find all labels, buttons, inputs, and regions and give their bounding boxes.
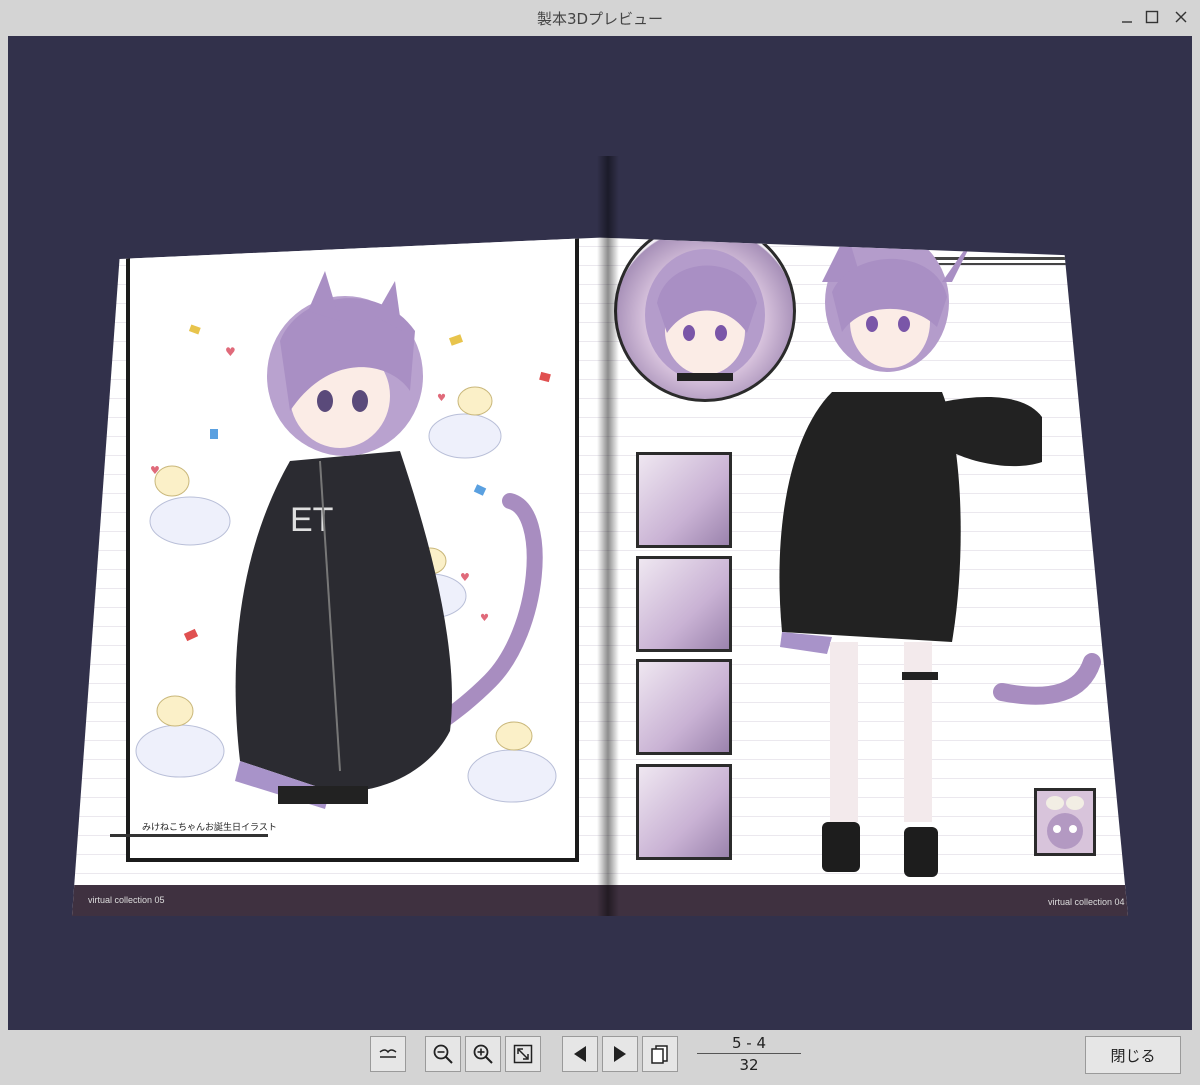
svg-text:ET: ET [290,501,333,539]
zoom-in-icon [473,1044,493,1064]
close-icon [1175,11,1187,23]
left-header-band [72,158,600,194]
page-spread-label: 5 - 4 [731,1034,767,1052]
triangle-left-icon [574,1046,586,1062]
character-illustration: ET [235,271,543,809]
illustration-caption: みけねこちゃんお誕生日イラスト [142,822,277,832]
minimize-icon [1122,21,1132,23]
left-header-text: virtual streamer [122,162,375,192]
maximize-icon [1145,10,1159,24]
next-page-button[interactable] [602,1036,638,1072]
svg-text:♥: ♥ [460,571,470,584]
full-body-character-image [779,237,1101,877]
expression-thumbnail-1 [636,452,732,548]
svg-text:♥: ♥ [437,393,446,404]
fit-screen-button[interactable] [505,1036,541,1072]
svg-text:♥: ♥ [480,613,489,624]
right-header-text: virtual streamer [872,164,1125,194]
illustration-frame: ♥ ♥ ♥ ♥ ♥ ET [126,237,579,862]
expression-thumbnail-2 [636,556,732,652]
expression-thumbnail-4 [636,764,732,860]
page-indicator: 5 - 4 32 [697,1034,801,1074]
pages-icon [651,1045,668,1064]
close-window-button[interactable] [1170,6,1192,28]
page-total-label: 32 [739,1056,759,1074]
character-name-romaji: mikeneko [987,243,1040,253]
page-list-button[interactable] [642,1036,678,1072]
cat-stamp-image [1034,788,1096,856]
expression-thumbnail-3 [636,659,732,755]
page-view-button[interactable] [370,1036,406,1072]
close-button[interactable]: 閉じる [1085,1036,1181,1074]
illustration-image: ♥ ♥ ♥ ♥ ♥ ET [135,271,557,809]
triangle-right-icon [614,1046,626,1062]
title-bar: 製本3Dプレビュー [0,0,1200,36]
right-page-number: virtual collection 04 [1048,897,1125,907]
caption-underline [110,834,268,837]
window-title: 製本3Dプレビュー [536,10,664,28]
right-header-band [600,158,1128,194]
fit-screen-icon [513,1044,533,1064]
character-name: みけねこ [963,213,1068,243]
page-curve-icon [379,1049,397,1058]
zoom-out-button[interactable] [425,1036,461,1072]
book-spine-shadow [597,156,619,916]
zoom-in-button[interactable] [465,1036,501,1072]
left-page-number: virtual collection 05 [88,895,165,905]
bottom-toolbar: 5 - 4 32 閉じる [0,1030,1200,1085]
page-indicator-divider [697,1053,801,1054]
previous-page-button[interactable] [562,1036,598,1072]
minimize-button[interactable] [1116,6,1138,28]
preview-viewport[interactable]: virtual streamer ♥ ♥ ♥ ♥ ♥ ET みけねこちゃんお誕生… [8,36,1192,1030]
zoom-out-icon [433,1044,453,1064]
maximize-button[interactable] [1141,6,1163,28]
svg-text:♥: ♥ [225,345,236,359]
